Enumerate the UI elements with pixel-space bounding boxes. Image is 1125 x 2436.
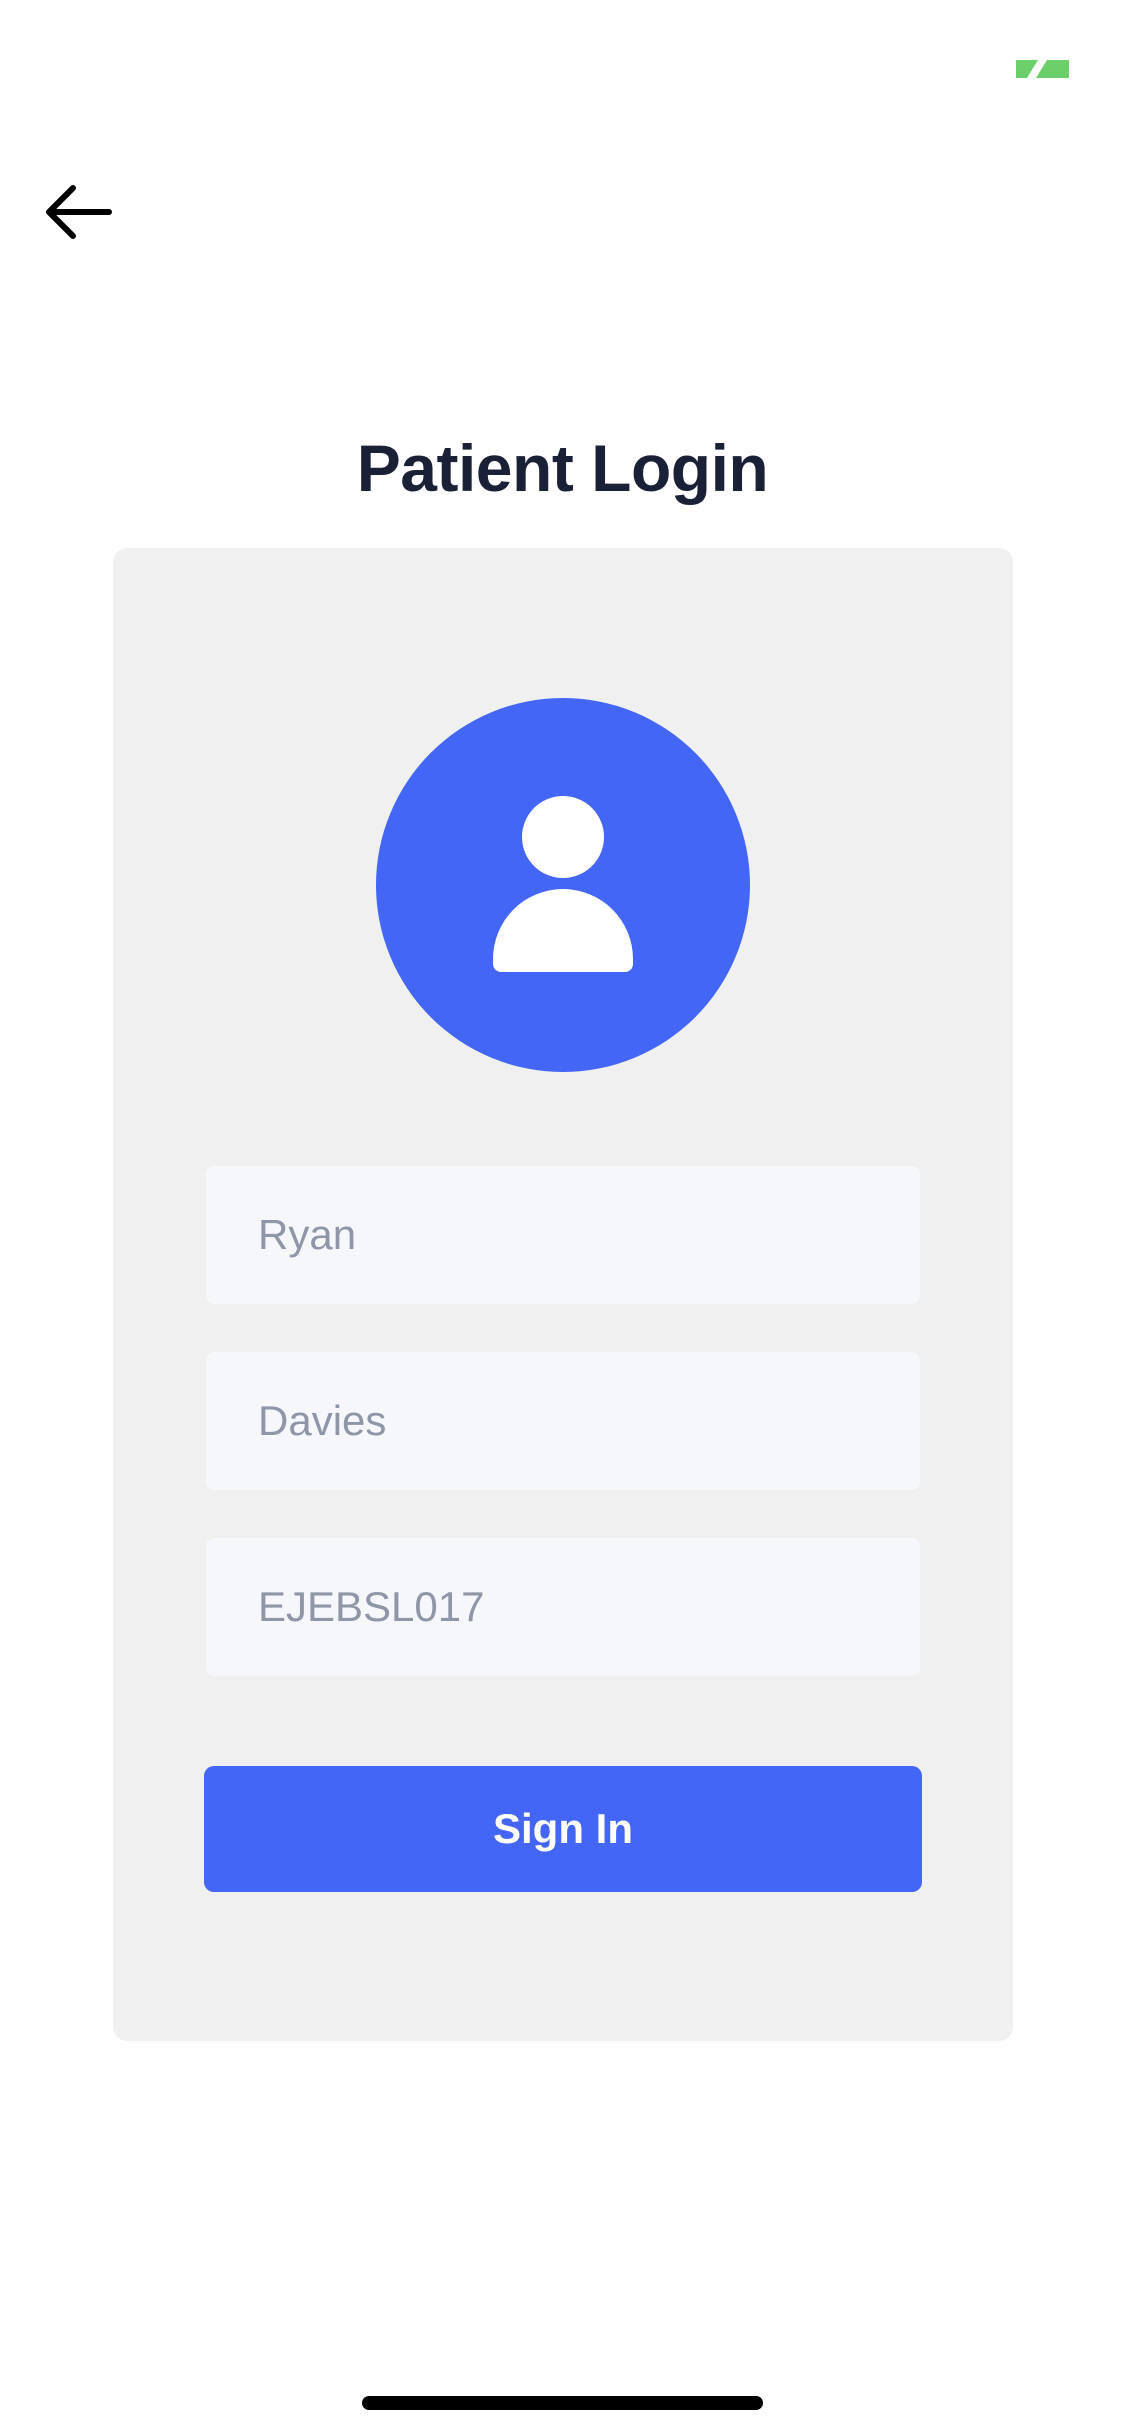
patient-id-input[interactable]: [256, 1582, 870, 1632]
sign-in-button[interactable]: Sign In: [204, 1766, 922, 1892]
last-name-input[interactable]: [256, 1396, 870, 1446]
home-indicator: [362, 2396, 763, 2410]
login-screen: Patient Login Sign In: [0, 0, 1125, 2436]
back-button[interactable]: [36, 170, 120, 254]
patient-id-field[interactable]: [206, 1538, 920, 1676]
arrow-left-icon: [46, 185, 112, 239]
battery-charging-icon: [1014, 58, 1071, 80]
login-card: Sign In: [113, 548, 1013, 2041]
last-name-field[interactable]: [206, 1352, 920, 1490]
page-title: Patient Login: [356, 431, 769, 505]
avatar: [376, 698, 750, 1072]
first-name-field[interactable]: [206, 1166, 920, 1304]
user-icon: [493, 796, 633, 972]
first-name-input[interactable]: [256, 1210, 870, 1260]
